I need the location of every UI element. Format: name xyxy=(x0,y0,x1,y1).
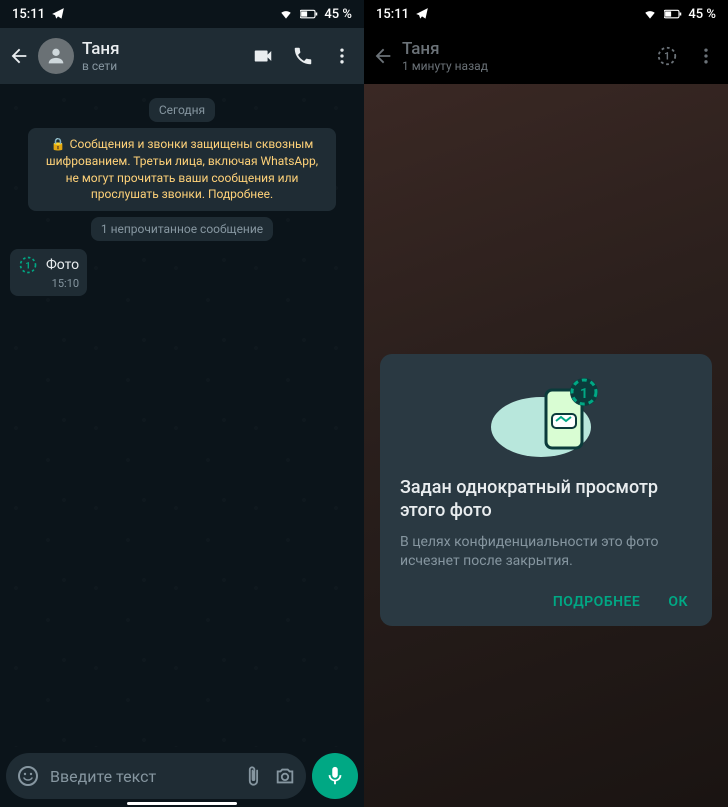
voice-call-button[interactable] xyxy=(292,45,314,67)
mic-button[interactable] xyxy=(312,753,358,799)
message-time: 15:10 xyxy=(18,275,79,290)
view-once-dialog: 1 Задан однократный просмотр этого фото … xyxy=(380,354,712,626)
svg-text:1: 1 xyxy=(664,52,670,63)
date-pill: Сегодня xyxy=(149,98,215,122)
status-bar: 15:11 45 % xyxy=(0,0,364,28)
svg-text:1: 1 xyxy=(25,262,30,272)
back-button[interactable] xyxy=(372,45,394,67)
view-once-icon: 1 xyxy=(18,255,38,275)
contact-name: Таня xyxy=(82,39,244,59)
dialog-body: В целях конфиденциальности это фото исче… xyxy=(400,533,692,572)
dialog-title: Задан однократный просмотр этого фото xyxy=(400,476,692,523)
contact-info[interactable]: Таня в сети xyxy=(82,39,244,73)
encryption-notice[interactable]: 🔒Сообщения и звонки защищены сквозным ши… xyxy=(28,128,336,211)
input-placeholder: Введите текст xyxy=(50,767,232,786)
attach-icon[interactable] xyxy=(242,765,264,787)
status-bar: 15:11 45 % xyxy=(364,0,728,28)
photo-viewer: 1 Задан однократный просмотр этого фото … xyxy=(364,84,728,807)
viewer-header: Таня 1 минуту назад 1 xyxy=(364,28,728,84)
message-label: Фото xyxy=(46,257,79,273)
ok-button[interactable]: ОК xyxy=(668,594,688,610)
dialog-illustration-icon: 1 xyxy=(400,372,692,462)
battery-icon xyxy=(664,8,682,20)
video-call-button[interactable] xyxy=(252,45,274,67)
status-battery: 45 % xyxy=(324,7,352,22)
wifi-icon xyxy=(642,7,658,21)
status-battery: 45 % xyxy=(688,7,716,22)
nav-handle xyxy=(127,802,237,805)
avatar[interactable] xyxy=(38,38,74,74)
status-time: 15:11 xyxy=(12,7,45,22)
back-button[interactable] xyxy=(8,45,30,67)
unread-pill: 1 непрочитанное сообщение xyxy=(91,217,273,241)
chat-header: Таня в сети xyxy=(0,28,364,84)
message-input[interactable]: Введите текст xyxy=(6,753,306,799)
status-time: 15:11 xyxy=(376,7,409,22)
more-button[interactable] xyxy=(696,46,716,66)
telegram-icon xyxy=(415,7,429,21)
emoji-icon[interactable] xyxy=(16,764,40,788)
input-bar: Введите текст xyxy=(6,753,358,799)
contact-info[interactable]: Таня 1 минуту назад xyxy=(402,39,648,73)
contact-status: в сети xyxy=(82,59,244,73)
battery-icon xyxy=(300,8,318,20)
telegram-icon xyxy=(51,7,65,21)
chat-body: Сегодня 🔒Сообщения и звонки защищены скв… xyxy=(0,84,364,747)
more-button[interactable] xyxy=(332,46,352,66)
contact-name: Таня xyxy=(402,39,648,59)
lock-icon: 🔒 xyxy=(51,136,66,153)
message-bubble[interactable]: 1 Фото 15:10 xyxy=(10,249,87,296)
view-once-indicator-icon: 1 xyxy=(656,45,678,67)
learn-more-button[interactable]: ПОДРОБНЕЕ xyxy=(553,594,640,610)
camera-icon[interactable] xyxy=(274,765,296,787)
wifi-icon xyxy=(278,7,294,21)
svg-text:1: 1 xyxy=(580,386,588,402)
contact-status: 1 минуту назад xyxy=(402,59,648,73)
